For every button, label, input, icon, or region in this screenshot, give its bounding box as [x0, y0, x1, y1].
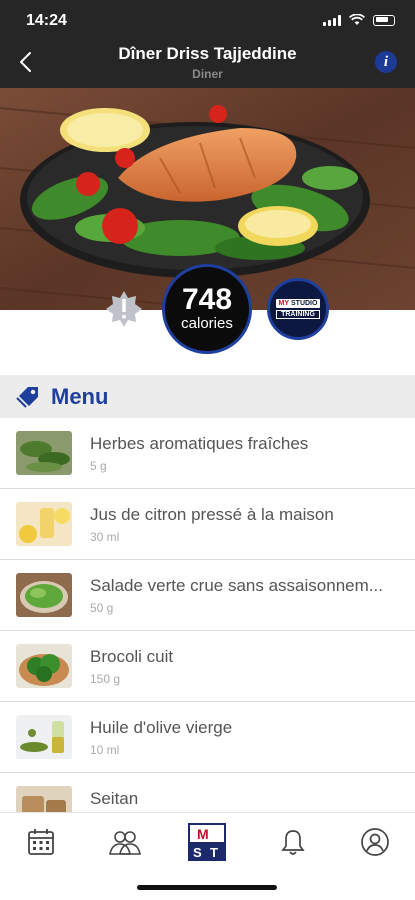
- profile-icon[interactable]: [360, 827, 390, 857]
- menu-item-broccoli[interactable]: Brocoli cuit 150 g: [0, 631, 415, 702]
- menu-item-quantity: 50 g: [90, 601, 114, 615]
- home-indicator: [137, 885, 277, 890]
- calendar-icon[interactable]: [26, 827, 56, 857]
- signal-icon: [323, 14, 341, 26]
- lemon-juice-thumbnail: [16, 502, 72, 546]
- menu-item-name: Huile d'olive vierge: [90, 718, 233, 737]
- studio-training-logo[interactable]: MY STUDIO TRAINING: [267, 278, 329, 340]
- menu-item-quantity: 150 g: [90, 672, 121, 686]
- broccoli-thumbnail: [16, 644, 72, 688]
- page-title: Dîner Driss Tajjeddine: [118, 44, 297, 63]
- menu-item-quantity: 5 g: [90, 459, 107, 473]
- wifi-icon: [349, 14, 365, 25]
- warning-badge-icon[interactable]: [104, 289, 144, 329]
- menu-item-name: Herbes aromatiques fraîches: [90, 434, 309, 453]
- menu-item-lemon-juice[interactable]: Jus de citron pressé à la maison 30 ml: [0, 489, 415, 560]
- menu-item-name: Seitan: [90, 789, 139, 808]
- menu-item-name: Brocoli cuit: [90, 647, 174, 666]
- menu-item-herbs[interactable]: Herbes aromatiques fraîches 5 g: [0, 418, 415, 489]
- menu-item-olive-oil[interactable]: Huile d'olive vierge 10 ml: [0, 702, 415, 773]
- menu-item-quantity: 30 ml: [90, 530, 120, 544]
- navigation-header: 14:24 Dîner Driss Tajjeddine Diner i: [0, 0, 415, 88]
- menu-item-salad[interactable]: Salade verte crue sans assaisonnem... 50…: [0, 560, 415, 631]
- menu-section-header: Menu: [0, 375, 415, 418]
- status-time: 14:24: [26, 12, 67, 29]
- svg-text:S: S: [193, 845, 202, 860]
- svg-text:T: T: [210, 845, 218, 860]
- salad-thumbnail: [16, 573, 72, 617]
- svg-text:M: M: [197, 826, 209, 842]
- herbs-thumbnail: [16, 431, 72, 475]
- tag-icon: [16, 387, 38, 408]
- community-icon[interactable]: [108, 827, 142, 857]
- logo-line1: MY STUDIO: [276, 299, 320, 308]
- mst-logo-icon[interactable]: M S T: [188, 823, 226, 861]
- bell-icon[interactable]: [278, 827, 308, 857]
- info-icon[interactable]: i: [375, 51, 397, 73]
- status-indicators: [323, 14, 395, 26]
- bottom-tab-bar: M S T: [0, 812, 415, 900]
- menu-item-name: Salade verte crue sans assaisonnem...: [90, 576, 383, 595]
- calories-unit: calories: [181, 315, 233, 332]
- calories-badge: 748 calories: [162, 264, 252, 354]
- menu-item-name: Jus de citron pressé à la maison: [90, 505, 334, 524]
- seitan-thumbnail: [16, 786, 72, 812]
- olive-oil-thumbnail: [16, 715, 72, 759]
- menu-list: Herbes aromatiques fraîches 5 g Jus de c…: [0, 418, 415, 812]
- menu-title: Menu: [51, 384, 109, 409]
- menu-item-quantity: 10 ml: [90, 743, 120, 757]
- menu-item-seitan[interactable]: Seitan: [0, 773, 415, 812]
- battery-icon: [373, 14, 395, 26]
- page-subtitle: Diner: [192, 67, 223, 81]
- calories-value: 748: [181, 283, 233, 316]
- logo-line2: TRAINING: [276, 310, 320, 319]
